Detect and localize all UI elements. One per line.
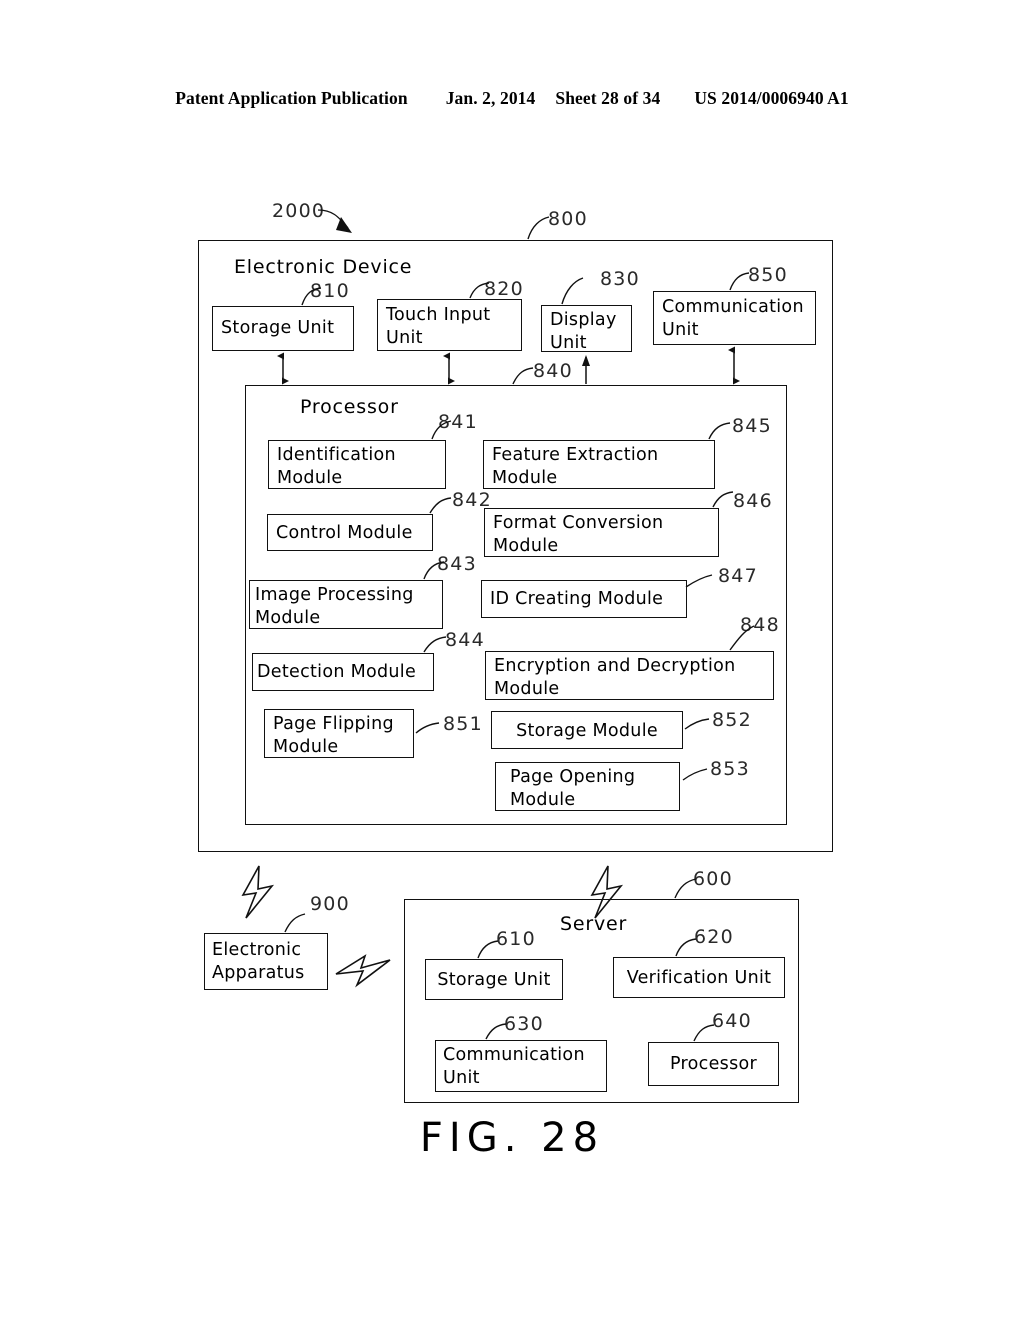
ref-840: 840	[533, 360, 573, 382]
page-opening-module-label: Page Opening Module	[510, 767, 636, 811]
format-conversion-module-label: Format Conversion Module	[493, 513, 664, 557]
figure-28: 2000 Electronic Device 800 Storage Unit …	[0, 0, 1024, 1320]
ref-845: 845	[732, 415, 772, 437]
image-processing-module-label: Image Processing Module	[255, 585, 414, 629]
ref-640: 640	[712, 1010, 752, 1032]
control-module-label: Control Module	[276, 523, 413, 543]
touch-input-unit-box: Touch Input Unit	[377, 299, 522, 351]
feature-extraction-module-label: Feature Extraction Module	[492, 445, 659, 489]
server-processor-label: Processor	[670, 1054, 757, 1074]
page-flipping-module-label: Page Flipping Module	[273, 714, 394, 758]
storage-unit-box: Storage Unit	[212, 306, 354, 351]
ref-841: 841	[438, 411, 478, 433]
server-communication-unit-box: Communication Unit	[435, 1040, 607, 1092]
electronic-device-title: Electronic Device	[234, 256, 413, 278]
server-processor-box: Processor	[648, 1042, 779, 1086]
identification-module-label: Identification Module	[277, 445, 396, 489]
detection-module-box: Detection Module	[252, 653, 434, 691]
storage-unit-label: Storage Unit	[221, 318, 335, 338]
ref-853: 853	[710, 758, 750, 780]
server-storage-unit-box: Storage Unit	[425, 959, 563, 1000]
ref-846: 846	[733, 490, 773, 512]
ref-800: 800	[548, 208, 588, 230]
id-creating-module-box: ID Creating Module	[481, 580, 687, 618]
detection-module-label: Detection Module	[257, 662, 417, 682]
ref-600: 600	[693, 868, 733, 890]
ref-830: 830	[600, 268, 640, 290]
communication-unit-label: Communication Unit	[662, 297, 804, 341]
ref-620: 620	[694, 926, 734, 948]
ref-844: 844	[445, 629, 485, 651]
communication-unit-box: Communication Unit	[653, 291, 816, 345]
touch-input-unit-label: Touch Input Unit	[386, 305, 491, 349]
server-title: Server	[560, 913, 628, 935]
ref-848: 848	[740, 614, 780, 636]
display-unit-label: Display Unit	[550, 310, 617, 354]
figure-caption: FIG. 28	[419, 1115, 605, 1161]
encryption-decryption-module-label: Encryption and Decryption Module	[494, 656, 736, 700]
wireless-bolt-left	[241, 865, 275, 919]
processor-title: Processor	[300, 396, 399, 418]
wireless-bolt-horizontal	[335, 954, 391, 988]
electronic-apparatus-label: Electronic Apparatus	[212, 940, 305, 984]
ref-851: 851	[443, 713, 483, 735]
format-conversion-module-box: Format Conversion Module	[484, 508, 719, 557]
electronic-apparatus-box: Electronic Apparatus	[204, 933, 328, 990]
image-processing-module-box: Image Processing Module	[249, 580, 443, 629]
id-creating-module-label: ID Creating Module	[490, 589, 664, 609]
ref-847: 847	[718, 565, 758, 587]
server-verification-unit-label: Verification Unit	[626, 968, 772, 988]
server-communication-unit-label: Communication Unit	[443, 1045, 585, 1089]
page-flipping-module-box: Page Flipping Module	[264, 709, 414, 758]
control-module-box: Control Module	[267, 514, 433, 551]
server-verification-unit-box: Verification Unit	[613, 957, 785, 998]
ref-820: 820	[484, 278, 524, 300]
feature-extraction-module-box: Feature Extraction Module	[483, 440, 715, 489]
ref-843: 843	[437, 553, 477, 575]
server-storage-unit-label: Storage Unit	[437, 970, 551, 990]
ref-850: 850	[748, 264, 788, 286]
identification-module-box: Identification Module	[268, 440, 446, 489]
ref-810: 810	[310, 280, 350, 302]
ref-610: 610	[496, 928, 536, 950]
ref-900: 900	[310, 893, 350, 915]
ref-2000: 2000	[272, 200, 326, 222]
ref-852: 852	[712, 709, 752, 731]
ref-630: 630	[504, 1013, 544, 1035]
page-opening-module-box: Page Opening Module	[495, 762, 680, 811]
storage-module-box: Storage Module	[491, 711, 683, 749]
encryption-decryption-module-box: Encryption and Decryption Module	[485, 651, 774, 700]
storage-module-label: Storage Module	[516, 721, 658, 741]
display-unit-box: Display Unit	[541, 305, 632, 354]
